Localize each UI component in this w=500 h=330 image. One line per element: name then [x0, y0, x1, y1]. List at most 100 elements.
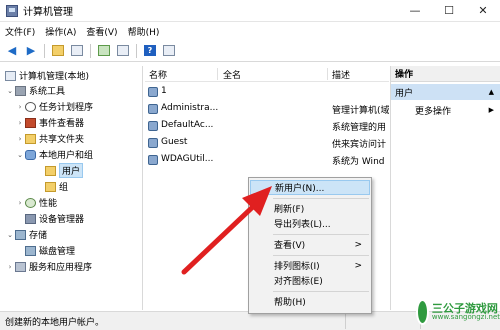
menu-file[interactable]: 文件(F) [0, 25, 40, 38]
tree-item-users[interactable]: 用户 [45, 163, 84, 178]
user-icon [148, 104, 158, 114]
chevron-down-icon[interactable]: ⌄ [5, 231, 15, 239]
list-item[interactable]: Administra... 管理计算机(域 [145, 101, 389, 117]
console-tree-icon [71, 45, 83, 56]
collapse-up-icon[interactable]: ▲ [489, 88, 494, 96]
console-tree: 计算机管理(本地) ⌄ 系统工具 › 任务计划程序 › 事件查看器 › 共享文件… [3, 66, 143, 310]
tree-item-performance[interactable]: › 性能 [15, 195, 57, 210]
tree-item-label: 服务和应用程序 [29, 263, 93, 273]
tree-item-label: 任务计划程序 [39, 103, 94, 113]
toolbar-separator [44, 43, 45, 58]
chevron-down-icon[interactable]: ⌄ [5, 87, 15, 95]
tree-item-device-manager[interactable]: 设备管理器 [25, 211, 84, 226]
help-button[interactable]: ? [142, 43, 158, 59]
services-icon [15, 261, 26, 272]
menu-separator [273, 198, 369, 199]
arrange-icons-menu-item[interactable]: 排列图标(I) > [250, 258, 370, 273]
menu-separator [273, 255, 369, 256]
show-hide-tree-button[interactable] [69, 43, 85, 59]
tree-item-label: 磁盘管理 [39, 247, 76, 257]
tree-item-label: 设备管理器 [39, 215, 85, 225]
more-actions-label: 更多操作 [415, 106, 452, 117]
export-list-button[interactable] [115, 43, 131, 59]
tree-item-label: 组 [59, 183, 69, 193]
tree-item-label: 共享文件夹 [39, 135, 85, 145]
menu-separator [273, 291, 369, 292]
tree-item-shared-folders[interactable]: › 共享文件夹 [15, 131, 84, 146]
tree-item-groups[interactable]: 组 [45, 179, 68, 194]
menu-bar: 文件(F) 操作(A) 查看(V) 帮助(H) [0, 22, 500, 40]
chevron-right-icon[interactable]: › [5, 263, 15, 271]
storage-icon [15, 229, 26, 240]
maximize-button[interactable]: ☐ [432, 0, 466, 22]
back-button[interactable]: ◀ [4, 43, 20, 59]
menu-view[interactable]: 查看(V) [81, 25, 122, 38]
user-name: Guest [161, 137, 188, 147]
watermark-logo-icon [416, 299, 429, 325]
tree-item-system-tools[interactable]: ⌄ 系统工具 [5, 83, 65, 98]
user-description: 供来宾访问计 [332, 140, 387, 150]
status-text: 创建新的本地用户帐户。 [5, 317, 105, 328]
column-divider[interactable] [327, 68, 328, 80]
list-item[interactable]: DefaultAc... 系统管理的用 [145, 118, 389, 134]
menu-help[interactable]: 帮助(H) [123, 25, 165, 38]
tree-item-label: 本地用户和组 [39, 151, 94, 161]
chevron-right-icon[interactable]: › [15, 103, 25, 111]
toolbar-separator [90, 43, 91, 58]
shared-folder-icon [25, 133, 36, 144]
column-description[interactable]: 描述 [332, 68, 350, 81]
list-item[interactable]: WDAGUtil... 系统为 Wind [145, 152, 389, 168]
event-viewer-icon [25, 117, 36, 128]
column-name[interactable]: 名称 [149, 68, 167, 81]
chevron-right-icon[interactable]: › [15, 119, 25, 127]
show-action-pane-button[interactable] [161, 43, 177, 59]
tree-item-task-scheduler[interactable]: › 任务计划程序 [15, 99, 93, 114]
user-description: 管理计算机(域 [332, 106, 389, 116]
tree-item-local-users-groups[interactable]: ⌄ 本地用户和组 [15, 147, 93, 162]
chevron-right-icon[interactable]: › [15, 135, 25, 143]
computer-icon [5, 70, 16, 81]
status-divider [345, 314, 346, 329]
help-icon: ? [144, 45, 156, 56]
tree-item-disk-management[interactable]: 磁盘管理 [25, 243, 75, 258]
help-menu-item[interactable]: 帮助(H) [250, 294, 370, 309]
align-icons-menu-item[interactable]: 对齐图标(E) [250, 273, 370, 288]
export-list-menu-item[interactable]: 导出列表(L)... [250, 216, 370, 231]
tree-item-event-viewer[interactable]: › 事件查看器 [15, 115, 84, 130]
menu-item-label: 帮助(H) [274, 298, 306, 308]
menu-action[interactable]: 操作(A) [40, 25, 81, 38]
column-fullname[interactable]: 全名 [223, 68, 241, 81]
chevron-down-icon[interactable]: ⌄ [15, 151, 25, 159]
refresh-icon [98, 45, 110, 56]
toolbar-separator [136, 43, 137, 58]
export-icon [117, 45, 129, 56]
list-item[interactable]: Guest 供来宾访问计 [145, 135, 389, 151]
device-manager-icon [25, 213, 36, 224]
computer-management-icon [6, 4, 18, 17]
users-icon [25, 149, 36, 160]
tree-item-label: 用户 [59, 163, 84, 178]
menu-item-label: 对齐图标(E) [274, 277, 323, 287]
menu-item-label: 刷新(F) [274, 205, 305, 215]
window-title: 计算机管理 [23, 7, 73, 18]
tree-item-computer-management[interactable]: 计算机管理(本地) [5, 68, 89, 83]
more-actions-item[interactable]: 更多操作 ▶ [391, 102, 500, 118]
view-menu-item[interactable]: 查看(V) > [250, 237, 370, 252]
up-folder-button[interactable] [50, 43, 66, 59]
list-item[interactable]: 1 [145, 84, 389, 100]
column-divider[interactable] [217, 68, 218, 80]
minimize-button[interactable]: — [398, 0, 432, 22]
forward-button[interactable]: ▶ [23, 43, 39, 59]
menu-item-label: 查看(V) [274, 241, 306, 251]
title-bar: 计算机管理 — ☐ ✕ [0, 0, 500, 22]
actions-section-label: 用户 [395, 88, 414, 99]
chevron-right-icon[interactable]: › [15, 199, 25, 207]
new-user-menu-item[interactable]: 新用户(N)... [250, 180, 370, 195]
refresh-button[interactable] [96, 43, 112, 59]
close-button[interactable]: ✕ [466, 0, 500, 22]
actions-section-users[interactable]: 用户 ▲ [391, 84, 500, 100]
tree-item-storage[interactable]: ⌄ 存储 [5, 227, 47, 242]
tree-item-services-applications[interactable]: › 服务和应用程序 [5, 259, 92, 274]
refresh-menu-item[interactable]: 刷新(F) [250, 201, 370, 216]
toolbar: ◀ ▶ ? [0, 40, 500, 62]
